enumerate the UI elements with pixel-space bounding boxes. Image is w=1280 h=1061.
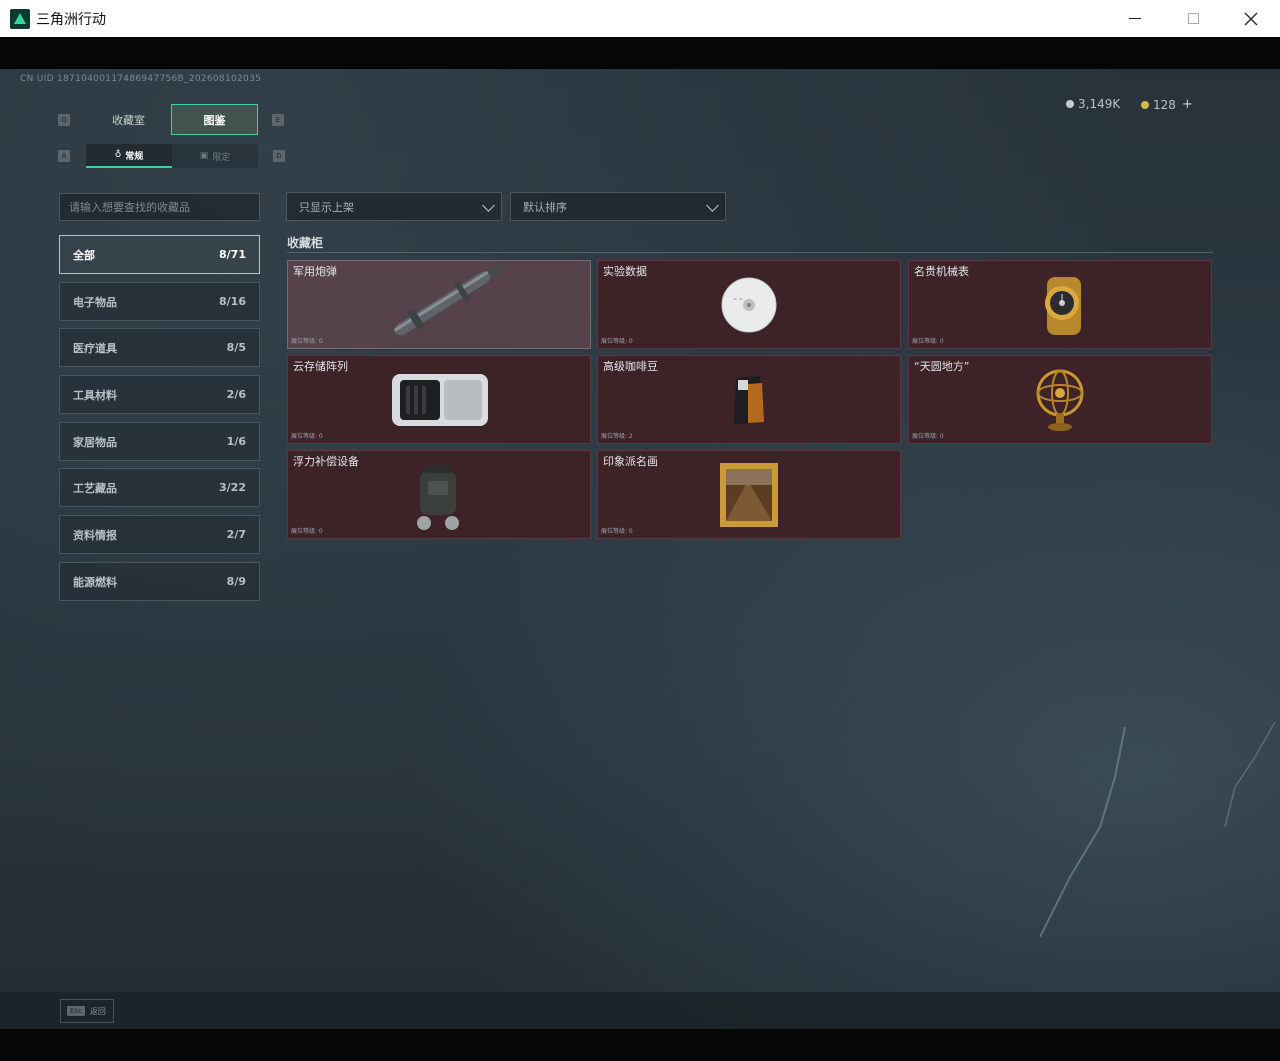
subtab-regular[interactable]: ♁ 常规 xyxy=(86,144,172,168)
card-level: 展位等级: 0 xyxy=(601,338,633,345)
maximize-icon xyxy=(1187,13,1199,24)
letterbox-bottom xyxy=(0,1029,1280,1061)
window-title: 三角洲行动 xyxy=(36,11,106,28)
close-button[interactable] xyxy=(1222,0,1280,37)
category-medical[interactable]: 医疗道具 8/5 xyxy=(59,328,260,367)
search-input[interactable]: 请输入想要查找的收藏品 xyxy=(59,193,260,221)
card-name: 军用炮弹 xyxy=(293,265,337,278)
subtab-next-key-hint: D xyxy=(273,150,285,162)
category-label: 家居物品 xyxy=(73,435,117,449)
category-energy[interactable]: 能源燃料 8/9 xyxy=(59,562,260,601)
collection-card[interactable]: 印象派名画 展位等级: 0 xyxy=(597,450,901,539)
section-title: 收藏柜 xyxy=(287,236,324,250)
tab-next-key-hint: E xyxy=(272,114,284,126)
collection-card[interactable]: ~ ~ 实验数据 展位等级: 0 xyxy=(597,260,901,349)
chevron-down-icon xyxy=(482,199,495,212)
card-level: 展位等级: 0 xyxy=(601,528,633,535)
chevron-down-icon xyxy=(706,199,719,212)
letterbox-top xyxy=(0,37,1280,69)
category-all[interactable]: 全部 8/71 xyxy=(59,235,260,274)
background-crack-decoration xyxy=(1039,721,1276,938)
add-currency-button[interactable]: + xyxy=(1182,97,1193,112)
gold-currency: 128 + xyxy=(1141,97,1193,112)
collection-card[interactable]: 军用炮弹 展位等级: 0 xyxy=(287,260,591,349)
category-count: 2/7 xyxy=(226,528,246,541)
card-level: 展位等级: 0 xyxy=(291,338,323,345)
tab-prev-key-hint: Q xyxy=(58,114,70,126)
sort-dropdown[interactable]: 默认排序 xyxy=(510,192,726,221)
sort-value: 默认排序 xyxy=(523,200,567,214)
category-crafts[interactable]: 工艺藏品 3/22 xyxy=(59,468,260,507)
subtab-limited[interactable]: ▣ 限定 xyxy=(172,144,258,168)
esc-key-hint: Esc xyxy=(67,1006,85,1016)
card-name: 浮力补偿设备 xyxy=(293,455,359,468)
collection-card[interactable]: 浮力补偿设备 展位等级: 0 xyxy=(287,450,591,539)
gold-amount: 128 xyxy=(1153,97,1176,112)
category-count: 3/22 xyxy=(219,481,246,494)
window-controls xyxy=(1106,0,1280,37)
collection-card[interactable]: 云存储阵列 展位等级: 0 xyxy=(287,355,591,444)
footer-bar xyxy=(0,992,1280,1029)
game-viewport: CN UID 18710400117486947756B_20260810203… xyxy=(0,37,1280,1061)
card-name: 实验数据 xyxy=(603,265,647,278)
minimize-icon xyxy=(1129,18,1141,19)
category-count: 8/71 xyxy=(219,248,246,261)
back-button[interactable]: Esc 返回 xyxy=(60,999,114,1023)
search-placeholder: 请输入想要查找的收藏品 xyxy=(69,201,190,214)
svg-text:~ ~: ~ ~ xyxy=(733,297,743,303)
card-name: 名贵机械表 xyxy=(914,265,969,278)
category-tools[interactable]: 工具材料 2/6 xyxy=(59,375,260,414)
category-label: 电子物品 xyxy=(73,295,117,309)
category-count: 1/6 xyxy=(226,435,246,448)
category-count: 8/16 xyxy=(219,295,246,308)
subtab-prev-key-hint: A xyxy=(58,150,70,162)
gold-coin-icon xyxy=(1141,100,1149,109)
card-level: 展位等级: 0 xyxy=(291,528,323,535)
card-level: 展位等级: 2 xyxy=(601,433,633,440)
flask-icon: ♁ xyxy=(114,150,122,160)
category-label: 工具材料 xyxy=(73,388,117,402)
subtab-regular-label: 常规 xyxy=(125,151,144,162)
card-level: 展位等级: 0 xyxy=(912,338,944,345)
category-intel[interactable]: 资料情报 2/7 xyxy=(59,515,260,554)
back-label: 返回 xyxy=(89,1006,106,1016)
category-label: 全部 xyxy=(73,248,95,262)
card-name: 高级咖啡豆 xyxy=(603,360,658,373)
card-name: “天圆地方” xyxy=(914,360,970,373)
close-icon xyxy=(1244,12,1258,25)
filter-shelf-value: 只显示上架 xyxy=(299,200,354,214)
silver-coin-icon xyxy=(1066,100,1074,108)
collection-card[interactable]: 名贵机械表 展位等级: 0 xyxy=(908,260,1212,349)
category-electronics[interactable]: 电子物品 8/16 xyxy=(59,282,260,321)
card-name: 云存储阵列 xyxy=(293,360,348,373)
user-uid: CN UID 18710400117486947756B_20260810203… xyxy=(20,74,262,84)
card-level: 展位等级: 0 xyxy=(912,433,944,440)
maximize-button[interactable] xyxy=(1164,0,1222,37)
filter-shelf-dropdown[interactable]: 只显示上架 xyxy=(286,192,502,221)
card-level: 展位等级: 0 xyxy=(291,433,323,440)
subtab-limited-label: 限定 xyxy=(212,152,231,163)
window-titlebar: 三角洲行动 xyxy=(0,0,1280,37)
section-divider xyxy=(287,252,1213,253)
category-count: 8/9 xyxy=(226,575,246,588)
silver-amount: 3,149K xyxy=(1078,97,1121,111)
category-label: 工艺藏品 xyxy=(73,481,117,495)
silver-currency: 3,149K xyxy=(1066,97,1120,111)
collection-card[interactable]: 高级咖啡豆 展位等级: 2 xyxy=(597,355,901,444)
app-logo-icon xyxy=(10,8,30,29)
tab-collection-room[interactable]: 收藏室 xyxy=(86,104,171,135)
minimize-button[interactable] xyxy=(1106,0,1164,37)
category-count: 2/6 xyxy=(226,388,246,401)
tab-codex[interactable]: 图鉴 xyxy=(171,104,258,135)
category-label: 医疗道具 xyxy=(73,341,117,355)
category-count: 8/5 xyxy=(226,341,246,354)
collection-card[interactable]: “天圆地方” 展位等级: 0 xyxy=(908,355,1212,444)
category-label: 资料情报 xyxy=(73,528,117,542)
category-home[interactable]: 家居物品 1/6 xyxy=(59,422,260,461)
limited-icon: ▣ xyxy=(199,151,209,161)
category-label: 能源燃料 xyxy=(73,575,117,589)
card-name: 印象派名画 xyxy=(603,455,658,468)
